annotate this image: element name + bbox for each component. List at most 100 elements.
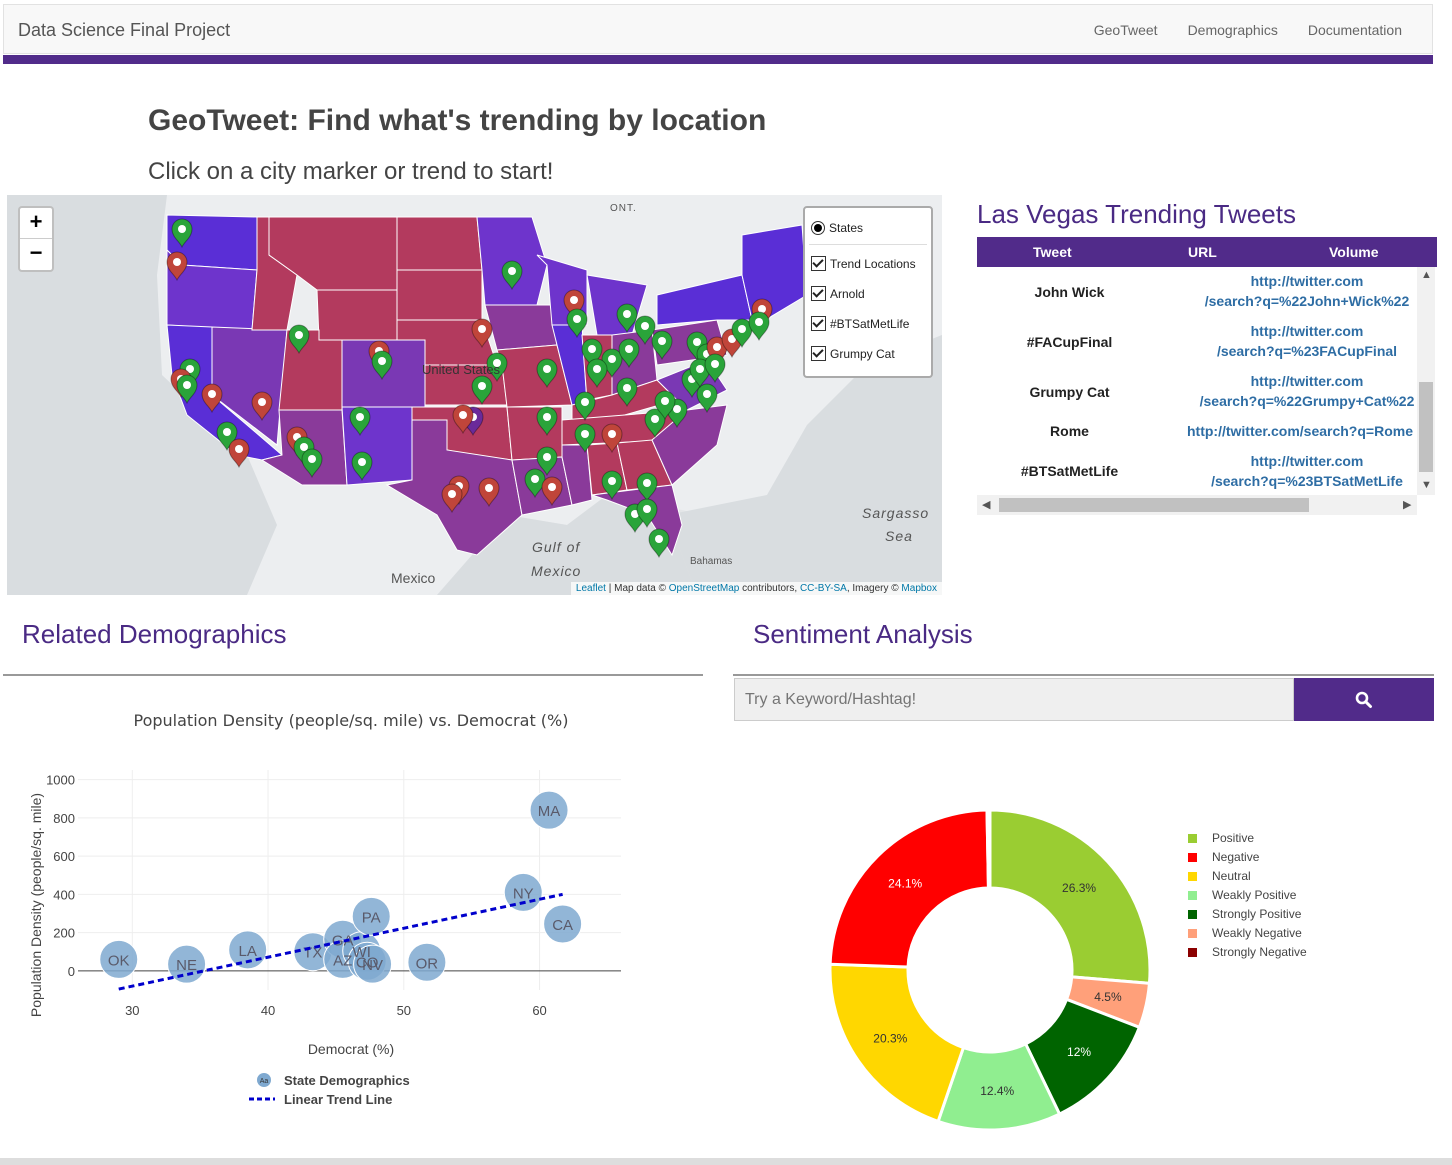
x-tick-label: 30	[125, 1003, 139, 1018]
map-label-gulf-1: Gulf of	[532, 539, 581, 555]
bird-icon	[625, 345, 633, 353]
tweet-name[interactable]: #BTSatMetLife	[1007, 463, 1132, 479]
nav-link-geotweet[interactable]: GeoTweet	[1094, 22, 1158, 38]
tweet-name[interactable]: #FACupFinal	[1007, 334, 1132, 350]
btsatmetlife-checkbox[interactable]	[811, 316, 826, 331]
demographics-scatter-chart[interactable]: Population Density (people/sq. mile) vs.…	[3, 690, 703, 1160]
tweet-url[interactable]: http://twitter.com/search?q=%22Grumpy+Ca…	[1177, 371, 1417, 411]
legend-item[interactable]: Neutral	[1188, 869, 1251, 883]
layer-arnold[interactable]: Arnold	[811, 286, 865, 301]
col-volume[interactable]: Volume	[1329, 244, 1379, 260]
bird-icon	[531, 475, 539, 483]
arnold-checkbox[interactable]	[811, 286, 826, 301]
bird-icon	[478, 382, 486, 390]
demographics-heading: Related Demographics	[22, 619, 287, 649]
tweet-url[interactable]: http://twitter.com/search?q=%23BTSatMetL…	[1177, 451, 1417, 491]
y-tick-label: 400	[53, 887, 75, 902]
map-label-sargasso-1: Sargasso	[862, 505, 930, 521]
table-row[interactable]: Grumpy Cat http://twitter.com/search?q=%…	[977, 371, 1417, 421]
scroll-up-icon[interactable]: ▲	[1421, 269, 1432, 281]
grumpy-cat-checkbox[interactable]	[811, 346, 826, 361]
bird-icon	[711, 360, 719, 368]
tweets-horizontal-scrollbar[interactable]: ◀ ▶	[977, 495, 1417, 515]
url-line[interactable]: /search?q=%22John+Wick%22	[1177, 291, 1417, 311]
states-radio[interactable]	[811, 221, 825, 235]
zoom-in-button[interactable]: +	[20, 208, 52, 239]
url-line[interactable]: /search?q=%23BTSatMetLife	[1177, 471, 1417, 491]
bird-icon	[651, 415, 659, 423]
scroll-right-icon[interactable]: ▶	[1403, 498, 1411, 511]
legend-item[interactable]: Strongly Positive	[1188, 907, 1301, 921]
page-horizontal-scrollbar[interactable]	[0, 1158, 1452, 1165]
url-line[interactable]: /search?q=%22Grumpy+Cat%22	[1177, 391, 1417, 411]
legend-item[interactable]: Strongly Negative	[1188, 945, 1307, 959]
tweets-table-body: John Wick http://twitter.com/search?q=%2…	[977, 267, 1417, 495]
osm-link[interactable]: OpenStreetMap	[669, 583, 740, 594]
scroll-down-icon[interactable]: ▼	[1421, 479, 1432, 491]
url-line[interactable]: /search?q=%23FACupFinal	[1177, 341, 1417, 361]
col-tweet[interactable]: Tweet	[1033, 244, 1072, 260]
tweets-table-header: Tweet URL Volume	[977, 237, 1437, 267]
data-point-label: PA	[362, 909, 381, 926]
legend-item[interactable]: Negative	[1188, 850, 1259, 864]
tweet-name[interactable]: Grumpy Cat	[1007, 384, 1132, 400]
legend-label: Weakly Negative	[1212, 926, 1302, 940]
legend-item[interactable]: Weakly Positive	[1188, 888, 1296, 902]
trend-locations-checkbox[interactable]	[811, 256, 826, 271]
leaflet-link[interactable]: Leaflet	[576, 583, 606, 594]
trend-map[interactable]: United States Mexico Gulf of Mexico Sarg…	[7, 195, 942, 595]
nav-link-demographics[interactable]: Demographics	[1188, 22, 1278, 38]
table-row[interactable]: John Wick http://twitter.com/search?q=%2…	[977, 271, 1417, 321]
tweet-url[interactable]: http://twitter.com/search?q=%22John+Wick…	[1177, 271, 1417, 311]
legend-label: Strongly Negative	[1212, 945, 1307, 959]
search-button[interactable]	[1294, 678, 1434, 721]
url-line[interactable]: http://twitter.com	[1177, 371, 1417, 391]
layer-states[interactable]: States	[811, 221, 863, 235]
x-axis-label: Democrat (%)	[308, 1041, 394, 1057]
license-link[interactable]: CC-BY-SA	[800, 583, 847, 594]
legend-item[interactable]: Positive	[1188, 831, 1254, 845]
col-url[interactable]: URL	[1188, 244, 1217, 260]
zoom-out-button[interactable]: −	[20, 239, 52, 269]
table-row[interactable]: #BTSatMetLife http://twitter.com/search?…	[977, 451, 1417, 495]
map-canvas[interactable]	[7, 195, 942, 595]
donut-slice	[988, 810, 1152, 985]
brand-link[interactable]: Data Science Final Project	[18, 20, 230, 41]
scroll-thumb[interactable]	[1419, 382, 1433, 472]
table-row[interactable]: #FACupFinal http://twitter.com/search?q=…	[977, 321, 1417, 371]
state-south-dakota	[396, 269, 483, 321]
map-label-country: United States	[422, 362, 501, 377]
mapbox-link[interactable]: Mapbox	[901, 583, 937, 594]
scroll-thumb[interactable]	[999, 498, 1309, 512]
search-icon	[1355, 691, 1372, 708]
scroll-left-icon[interactable]: ◀	[982, 498, 990, 511]
layer-states-label: States	[829, 221, 864, 235]
slice-label: 26.3%	[1062, 881, 1096, 895]
legend-item[interactable]: Weakly Negative	[1188, 926, 1302, 940]
data-point-label: AZ	[333, 952, 352, 969]
attribution-text: | Map data ©	[605, 583, 669, 594]
sentiment-donut-chart[interactable]: 26.3%4.5%12%12.4%20.3%24.1%0.3%	[800, 810, 1220, 1150]
layer-grumpy-cat[interactable]: Grumpy Cat	[811, 346, 895, 361]
bird-icon	[755, 318, 763, 326]
table-row[interactable]: Rome http://twitter.com/search?q=Rome	[977, 421, 1417, 451]
keyword-search-input[interactable]	[734, 678, 1294, 721]
bird-icon	[258, 398, 266, 406]
tweet-name[interactable]: Rome	[1007, 423, 1132, 439]
layer-trend-locations[interactable]: Trend Locations	[811, 256, 916, 271]
url-line[interactable]: http://twitter.com	[1177, 321, 1417, 341]
bird-icon	[608, 430, 616, 438]
nav-link-documentation[interactable]: Documentation	[1308, 22, 1402, 38]
tweet-name[interactable]: John Wick	[1007, 284, 1132, 300]
url-line[interactable]: http://twitter.com/search?q=Rome	[1187, 421, 1417, 441]
bird-icon	[693, 338, 701, 346]
url-line[interactable]: http://twitter.com	[1177, 451, 1417, 471]
tweet-url[interactable]: http://twitter.com/search?q=Rome	[1187, 421, 1417, 441]
legend-swatch	[1188, 852, 1197, 862]
bird-icon	[581, 430, 589, 438]
tweet-url[interactable]: http://twitter.com/search?q=%23FACupFina…	[1177, 321, 1417, 361]
bird-icon	[581, 398, 589, 406]
tweets-vertical-scrollbar[interactable]: ▲ ▼	[1417, 267, 1435, 495]
url-line[interactable]: http://twitter.com	[1177, 271, 1417, 291]
layer-btsatmetlife[interactable]: #BTSatMetLife	[811, 316, 909, 331]
